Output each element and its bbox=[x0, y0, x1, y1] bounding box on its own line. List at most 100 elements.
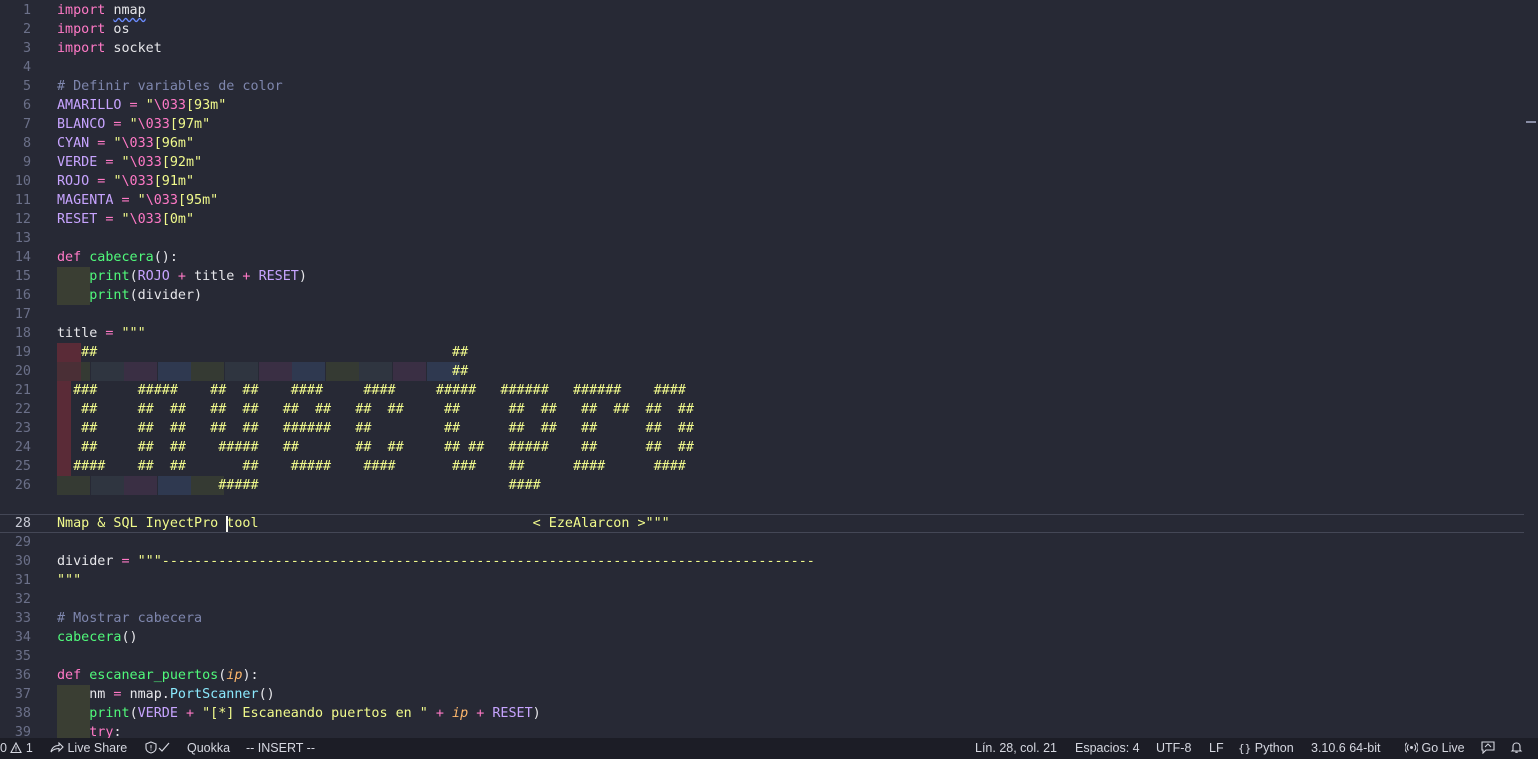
feedback-icon[interactable] bbox=[1481, 738, 1495, 759]
code-line[interactable]: 39 try: bbox=[0, 723, 1524, 738]
code-text: # Definir variables de color bbox=[57, 77, 283, 96]
code-line[interactable]: 26 ##### #### bbox=[0, 476, 1524, 495]
code-token: print bbox=[89, 288, 130, 303]
code-line[interactable]: 3 import socket bbox=[0, 39, 1524, 58]
code-line[interactable]: 38 print(VERDE + "[*] Escaneando puertos… bbox=[0, 704, 1524, 723]
code-line[interactable]: 19 ## ## bbox=[0, 343, 1524, 362]
code-line[interactable]: 22 ## ## ## ## ## ## ## ## ## ## ## ## #… bbox=[0, 400, 1524, 419]
quokka-button[interactable]: Quokka bbox=[187, 738, 230, 759]
code-token: \033 bbox=[129, 212, 162, 227]
line-number: 36 bbox=[14, 668, 31, 683]
code-token: """-------------------------------------… bbox=[137, 554, 815, 569]
notifications-bell-icon[interactable] bbox=[1510, 738, 1523, 759]
code-token: PortScanner bbox=[169, 687, 259, 702]
code-token: ## ## ## ## ## ###### ## ## ## ## ## ## … bbox=[57, 421, 694, 436]
code-line[interactable]: 37 nm = nmap.PortScanner() bbox=[0, 685, 1524, 704]
code-text: #### ## ## ## ##### #### ### ## #### ###… bbox=[57, 457, 686, 476]
indentation-setting[interactable]: Espacios: 4 bbox=[1075, 738, 1140, 759]
code-token: " bbox=[113, 136, 122, 151]
line-number: 38 bbox=[14, 706, 31, 721]
line-number: 6 bbox=[22, 98, 31, 113]
live-share-button[interactable]: Live Share bbox=[50, 738, 127, 759]
cursor-position[interactable]: Lín. 28, col. 21 bbox=[975, 738, 1057, 759]
code-token: VERDE bbox=[137, 706, 178, 721]
code-line[interactable]: 15 print(ROJO + title + RESET) bbox=[0, 267, 1524, 286]
code-line[interactable]: 2 import os bbox=[0, 20, 1524, 39]
code-token: [93m" bbox=[186, 98, 227, 113]
code-line[interactable]: 6 AMARILLO = "\033[93m" bbox=[0, 96, 1524, 115]
code-line[interactable]: 34 cabecera() bbox=[0, 628, 1524, 647]
code-line[interactable]: 31 """ bbox=[0, 571, 1524, 590]
code-line[interactable]: 14 def cabecera(): bbox=[0, 248, 1524, 267]
code-token: "[*] Escaneando puertos en " bbox=[202, 706, 428, 721]
code-token: try bbox=[89, 725, 114, 738]
code-line[interactable]: 16 print(divider) bbox=[0, 286, 1524, 305]
code-line[interactable]: 30 divider = """-------------------------… bbox=[0, 552, 1524, 571]
code-line[interactable]: 24 ## ## ## ##### ## ## ## ## ## ##### #… bbox=[0, 438, 1524, 457]
code-line[interactable]: 25 #### ## ## ## ##### #### ### ## #### … bbox=[0, 457, 1524, 476]
code-line[interactable]: 32 bbox=[0, 590, 1524, 609]
code-token: BLANCO bbox=[57, 117, 106, 132]
code-line[interactable]: 17 bbox=[0, 305, 1524, 324]
code-token: RESET bbox=[258, 269, 299, 284]
code-line[interactable]: 8 CYAN = "\033[96m" bbox=[0, 134, 1524, 153]
code-line[interactable]: 1 import nmap bbox=[0, 1, 1524, 20]
code-line[interactable]: 9 VERDE = "\033[92m" bbox=[0, 153, 1524, 172]
editor-scrollbar[interactable] bbox=[1526, 121, 1536, 123]
code-token: ## bbox=[57, 364, 469, 379]
line-number: 8 bbox=[22, 136, 31, 151]
code-token: = bbox=[89, 174, 114, 189]
code-token: ( bbox=[129, 706, 138, 721]
code-line[interactable]: 36 def escanear_puertos(ip): bbox=[0, 666, 1524, 685]
code-token: import bbox=[57, 3, 106, 18]
line-number: 12 bbox=[14, 212, 31, 227]
code-line[interactable]: 29 bbox=[0, 533, 1524, 552]
code-line[interactable]: 13 bbox=[0, 229, 1524, 248]
code-token: \033 bbox=[121, 136, 154, 151]
code-token: nmap. bbox=[129, 687, 170, 702]
line-number: 14 bbox=[14, 250, 31, 265]
problems-errors-count: 0 bbox=[0, 741, 7, 755]
code-token: import bbox=[57, 41, 106, 56]
code-line[interactable]: 5 # Definir variables de color bbox=[0, 77, 1524, 96]
code-line[interactable]: 33 # Mostrar cabecera bbox=[0, 609, 1524, 628]
go-live-button[interactable]: Go Live bbox=[1404, 738, 1465, 759]
line-number: 29 bbox=[14, 535, 31, 550]
code-token: " bbox=[121, 212, 130, 227]
code-text: # Mostrar cabecera bbox=[57, 609, 202, 628]
eol-setting[interactable]: LF bbox=[1209, 738, 1224, 759]
code-token: ( bbox=[129, 269, 138, 284]
code-line[interactable]: 10 ROJO = "\033[91m" bbox=[0, 172, 1524, 191]
code-editor[interactable]: 1 import nmap 2 import os 3 import socket 4 5 # … bbox=[0, 0, 1524, 738]
code-text: Nmap & SQL InyectPro tool < EzeAlarcon >… bbox=[57, 514, 670, 533]
code-token: () bbox=[121, 630, 138, 645]
line-number: 28 bbox=[14, 516, 31, 531]
code-line[interactable]: 35 bbox=[0, 647, 1524, 666]
code-token: RESET bbox=[57, 212, 98, 227]
code-token: ip bbox=[226, 668, 243, 683]
code-line[interactable]: 7 BLANCO = "\033[97m" bbox=[0, 115, 1524, 134]
language-mode-button[interactable]: {} Python bbox=[1238, 738, 1294, 759]
security-check-button[interactable] bbox=[145, 738, 171, 759]
code-text: print(VERDE + "[*] Escaneando puertos en… bbox=[57, 704, 540, 723]
code-line[interactable]: 20 ## bbox=[0, 362, 1524, 381]
line-number: 9 bbox=[22, 155, 31, 170]
code-line[interactable]: 18 title = """ bbox=[0, 324, 1524, 343]
code-text: ## ## ## ## ## ## ## ## ## ## ## ## ## #… bbox=[57, 400, 694, 419]
code-token: () bbox=[258, 687, 275, 702]
code-line-current[interactable]: 28 Nmap & SQL InyectPro tool < EzeAlarcon… bbox=[0, 514, 1524, 533]
encoding-setting[interactable]: UTF-8 bbox=[1156, 738, 1191, 759]
code-line[interactable]: 23 ## ## ## ## ## ###### ## ## ## ## ## … bbox=[0, 419, 1524, 438]
code-line[interactable]: 21 ### ##### ## ## #### #### ##### #####… bbox=[0, 381, 1524, 400]
code-line[interactable]: 11 MAGENTA = "\033[95m" bbox=[0, 191, 1524, 210]
interpreter-selector[interactable]: 3.10.6 64-bit bbox=[1311, 738, 1381, 759]
code-token: """ bbox=[121, 326, 146, 341]
problems-indicator[interactable]: 0 1 bbox=[0, 738, 33, 759]
code-token: title bbox=[194, 269, 235, 284]
code-token: import bbox=[57, 22, 106, 37]
code-line[interactable]: 4 bbox=[0, 58, 1524, 77]
code-line[interactable]: 12 RESET = "\033[0m" bbox=[0, 210, 1524, 229]
code-token: + bbox=[177, 706, 203, 721]
